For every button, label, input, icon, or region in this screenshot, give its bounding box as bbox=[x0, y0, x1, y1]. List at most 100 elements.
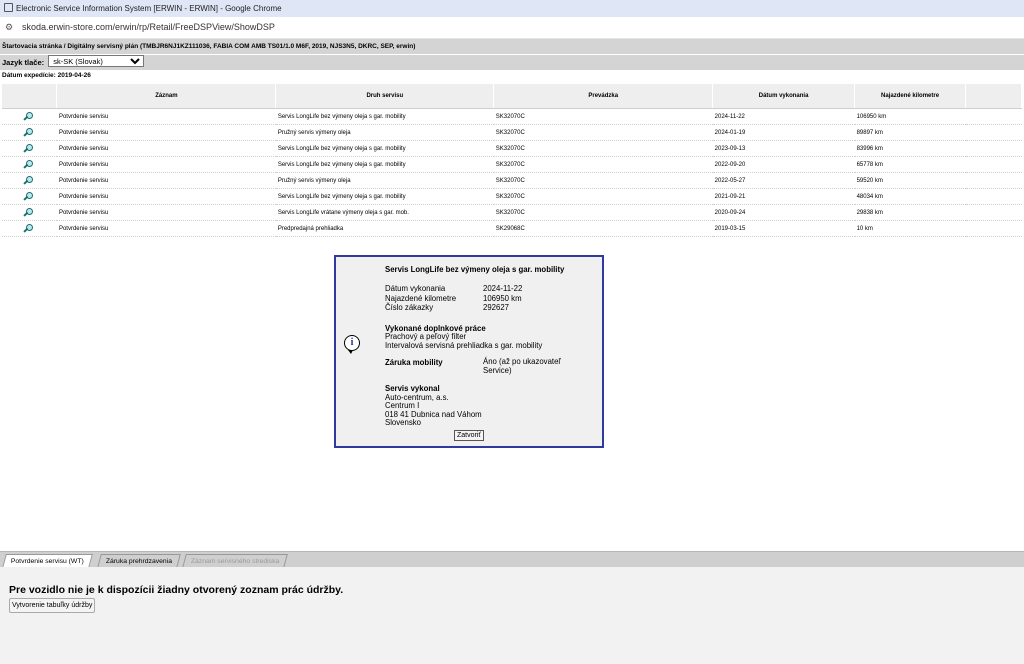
record-cell: Potvrdenie servisu bbox=[56, 188, 276, 205]
magnifier-icon[interactable] bbox=[23, 207, 35, 219]
extra-work-item: Intervalová servisná prehliadka s gar. m… bbox=[385, 340, 543, 350]
service-records-table: Záznam Druh servisu Prevádzka Dátum vyko… bbox=[2, 84, 1022, 237]
table-row[interactable]: Potvrdenie servisu Pružný servis výmeny … bbox=[2, 172, 1022, 189]
view-cell[interactable] bbox=[2, 172, 57, 189]
km-label: Najazdené kilometre bbox=[385, 293, 457, 303]
magnifier-icon[interactable] bbox=[23, 191, 35, 203]
km-row: Najazdené kilometre 106950 km bbox=[385, 294, 595, 304]
date-value: 2024-11-22 bbox=[483, 284, 523, 293]
tab-rust-warranty[interactable]: Záruka prehrdzavenia bbox=[97, 554, 182, 568]
expedition-date: Dátum expedície: 2019-04-26 bbox=[2, 72, 91, 79]
col-record-header[interactable]: Záznam bbox=[56, 84, 277, 109]
record-cell: Potvrdenie servisu bbox=[56, 204, 276, 221]
type-cell: Servis LongLife bez výmeny oleja s gar. … bbox=[275, 140, 494, 157]
tune-icon[interactable]: ⚙ bbox=[5, 17, 16, 38]
create-maintenance-table-button[interactable]: Vytvorenie tabuľky údržby bbox=[9, 598, 96, 613]
km-value: 106950 km bbox=[483, 293, 522, 303]
col-extra-header bbox=[965, 84, 1022, 109]
view-cell[interactable] bbox=[2, 108, 57, 125]
tab-strip: Potvrdenie servisu (WT) Záruka prehrdzav… bbox=[0, 551, 1024, 568]
empty-cell bbox=[965, 188, 1022, 205]
address-bar[interactable]: ⚙ skoda.erwin-store.com/erwin/rp/Retail/F… bbox=[0, 17, 1024, 39]
maintenance-message: Pre vozidlo nie je k dispozícii žiadny o… bbox=[9, 584, 344, 596]
record-cell: Potvrdenie servisu bbox=[56, 220, 276, 237]
shop-cell: SK32070C bbox=[493, 156, 713, 173]
empty-cell bbox=[965, 204, 1022, 221]
tab-service-confirmation[interactable]: Potvrdenie servisu (WT) bbox=[2, 554, 93, 568]
order-value: 292627 bbox=[483, 303, 510, 312]
breadcrumb[interactable]: Štartovacia stránka / Digitálny servisný… bbox=[0, 39, 1024, 54]
magnifier-icon[interactable] bbox=[23, 127, 35, 139]
service-detail-dialog: i Servis LongLife bez výmeny oleja s gar… bbox=[334, 255, 604, 448]
view-cell[interactable] bbox=[2, 156, 57, 173]
shop-cell: SK32070C bbox=[493, 124, 713, 141]
print-language-label: Jazyk tlače: bbox=[2, 58, 45, 67]
record-cell: Potvrdenie servisu bbox=[56, 140, 276, 157]
shop-cell: SK32070C bbox=[493, 108, 713, 125]
date-cell: 2022-05-27 bbox=[712, 172, 855, 189]
km-cell: 59520 km bbox=[854, 172, 966, 189]
type-cell: Servis LongLife bez výmeny oleja s gar. … bbox=[275, 188, 494, 205]
empty-cell bbox=[965, 156, 1022, 173]
record-cell: Potvrdenie servisu bbox=[56, 172, 276, 189]
empty-cell bbox=[965, 172, 1022, 189]
empty-cell bbox=[965, 108, 1022, 125]
magnifier-icon[interactable] bbox=[23, 111, 35, 123]
table-row[interactable]: Potvrdenie servisu Servis LongLife vráta… bbox=[2, 204, 1022, 221]
shop-cell: SK29068C bbox=[493, 220, 713, 237]
print-language-select[interactable]: sk-SK (Slovak) bbox=[48, 55, 145, 67]
mobility-row: Záruka mobility Áno (až po ukazovateľ Se… bbox=[385, 357, 595, 375]
page-icon bbox=[4, 3, 13, 12]
magnifier-icon[interactable] bbox=[23, 175, 35, 187]
magnifier-icon[interactable] bbox=[23, 223, 35, 235]
km-cell: 89897 km bbox=[854, 124, 966, 141]
company-country: Slovensko bbox=[385, 418, 421, 427]
url-text[interactable]: skoda.erwin-store.com/erwin/rp/Retail/Fr… bbox=[22, 22, 275, 32]
shop-cell: SK32070C bbox=[493, 140, 713, 157]
record-cell: Potvrdenie servisu bbox=[56, 156, 276, 173]
date-cell: 2024-01-19 bbox=[712, 124, 855, 141]
view-cell[interactable] bbox=[2, 124, 57, 141]
empty-cell bbox=[965, 140, 1022, 157]
km-cell: 48034 km bbox=[854, 188, 966, 205]
view-cell[interactable] bbox=[2, 220, 57, 237]
shop-cell: SK32070C bbox=[493, 204, 713, 221]
km-cell: 10 km bbox=[854, 220, 966, 237]
km-cell: 83996 km bbox=[854, 140, 966, 157]
type-cell: Servis LongLife bez výmeny oleja s gar. … bbox=[275, 156, 494, 173]
record-cell: Potvrdenie servisu bbox=[56, 108, 276, 125]
view-cell[interactable] bbox=[2, 140, 57, 157]
table-header-row: Záznam Druh servisu Prevádzka Dátum vyko… bbox=[2, 84, 1022, 109]
table-row[interactable]: Potvrdenie servisu Pružný servis výmeny … bbox=[2, 124, 1022, 141]
view-cell[interactable] bbox=[2, 204, 57, 221]
magnifier-icon[interactable] bbox=[23, 143, 35, 155]
table-row[interactable]: Potvrdenie servisu Predpredajná prehliad… bbox=[2, 220, 1022, 237]
close-button[interactable]: Zatvoriť bbox=[454, 430, 485, 441]
mobility-label: Záruka mobility bbox=[385, 358, 443, 367]
col-date-header[interactable]: Dátum vykonania bbox=[712, 84, 856, 109]
table-row[interactable]: Potvrdenie servisu Servis LongLife bez v… bbox=[2, 108, 1022, 125]
table-row[interactable]: Potvrdenie servisu Servis LongLife bez v… bbox=[2, 156, 1022, 173]
magnifier-icon[interactable] bbox=[23, 159, 35, 171]
date-cell: 2023-09-13 bbox=[712, 140, 855, 157]
print-language-bar: Jazyk tlače: sk-SK (Slovak) bbox=[0, 55, 1024, 70]
view-cell[interactable] bbox=[2, 188, 57, 205]
info-icon: i bbox=[344, 335, 360, 354]
maintenance-pane: Pre vozidlo nie je k dispozícii žiadny o… bbox=[0, 567, 1024, 664]
col-type-header[interactable]: Druh servisu bbox=[275, 84, 495, 109]
type-cell: Servis LongLife bez výmeny oleja s gar. … bbox=[275, 108, 494, 125]
mobility-value: Áno (až po ukazovateľ Service) bbox=[483, 357, 561, 375]
table-row[interactable]: Potvrdenie servisu Servis LongLife bez v… bbox=[2, 188, 1022, 205]
col-km-header[interactable]: Najazdené kilometre bbox=[854, 84, 966, 109]
col-shop-header[interactable]: Prevádzka bbox=[493, 84, 714, 109]
dialog-content: Servis LongLife bez výmeny oleja s gar. … bbox=[385, 265, 595, 428]
dialog-title: Servis LongLife bez výmeny oleja s gar. … bbox=[385, 265, 565, 274]
date-cell: 2019-03-15 bbox=[712, 220, 855, 237]
type-cell: Predpredajná prehliadka bbox=[275, 220, 494, 237]
date-cell: 2024-11-22 bbox=[712, 108, 855, 125]
order-label: Číslo zákazky bbox=[385, 303, 434, 312]
date-cell: 2020-09-24 bbox=[712, 204, 855, 221]
table-row[interactable]: Potvrdenie servisu Servis LongLife bez v… bbox=[2, 140, 1022, 157]
date-row: Dátum vykonania 2024-11-22 bbox=[385, 284, 595, 294]
empty-cell bbox=[965, 220, 1022, 237]
